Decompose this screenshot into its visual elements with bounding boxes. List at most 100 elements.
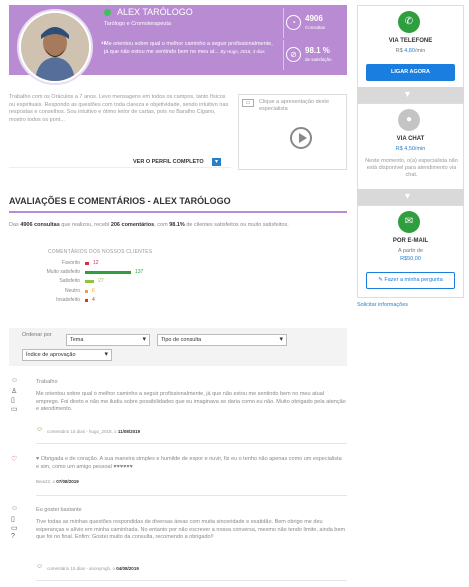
stat-label: Consultas <box>305 25 326 30</box>
chart-row: Neutro 6 <box>22 288 162 296</box>
review-text: Me orientou sobre qual o melhor caminho … <box>36 391 346 412</box>
review-title: Trabalho <box>36 379 58 385</box>
smiley-icon: ☺ <box>11 377 19 384</box>
person-icon: ♙ <box>11 388 18 395</box>
phone-title: VIA TELEFONE <box>388 38 433 44</box>
online-status-icon <box>104 9 111 16</box>
tipo-consulta-select[interactable]: Tipo de consulta <box>157 334 287 346</box>
expert-bio: Trabalho com os Oráculos a 7 anos. Levo … <box>9 94 229 123</box>
divider <box>36 495 347 496</box>
review-meta: Beia22, o 07/08/2019 <box>36 479 79 484</box>
email-title: POR E-MAIL <box>392 238 429 244</box>
price-prefix: R$ <box>395 48 405 54</box>
chart-icon: ◔ <box>286 15 301 30</box>
review-meta: comentário 15 dias - anonymgh, o 04/08/2… <box>47 566 139 571</box>
summary-comentarios: 206 comentários <box>110 222 155 228</box>
envelope-icon: ✉ <box>398 211 420 233</box>
video-icon: ▭ <box>242 99 254 107</box>
smiley-icon: ☺ <box>11 505 19 512</box>
reviews-summary: Das 4906 consultas que realizou, recebi … <box>9 222 289 228</box>
reviews-title-underline <box>9 211 347 213</box>
heart-icon: ♡ <box>11 456 18 463</box>
chart-category-label: Satisfeito <box>59 278 80 285</box>
chart-value-label: 27 <box>98 278 104 285</box>
divider <box>36 443 347 444</box>
summary-mid2: , com <box>154 222 170 228</box>
summary-pre: Das <box>9 222 21 228</box>
featured-quote: Me orientou sobre qual o melhor caminho … <box>104 41 276 56</box>
percent-icon: ⊘ <box>286 47 301 62</box>
stat-label: de satisfação <box>305 57 332 62</box>
review-date: 04/08/2019 <box>116 566 139 571</box>
chart-title: COMENTÁRIOS DOS NOSSOS CLIENTES <box>48 249 153 255</box>
chart-value-label: 137 <box>135 269 144 276</box>
summary-mid1: que realizou, recebi <box>59 222 111 228</box>
email-price-prefix: A partir de <box>397 248 424 254</box>
stat-consultas: ◔ 4906 Consultas <box>283 8 345 38</box>
phone-card: ✆ VIA TELEFONE R$ 4,80/min LIGAR AGORA <box>357 5 464 91</box>
chart-row: Satisfeito 27 <box>22 278 162 286</box>
chart-category-label: Favorito <box>61 260 80 266</box>
chart-value-label: 12 <box>93 260 99 266</box>
bookmark-icon: ▯ <box>11 516 15 523</box>
briefcase-icon: ▭ <box>11 525 18 532</box>
chart-row: Favorito 12 <box>22 260 162 268</box>
question-mark-icon: ? <box>11 533 15 540</box>
quote-author: By Hugo, 2018, 3 dias <box>220 49 265 54</box>
avatar[interactable] <box>21 13 89 81</box>
chart-bar <box>85 262 90 265</box>
indice-aprovacao-select[interactable]: Índice de aprovação <box>22 349 112 361</box>
chart-value-label: 4 <box>92 296 95 303</box>
video-label: Clique a apresentação deste especialista <box>259 99 330 112</box>
email-card: ✉ POR E-MAIL A partir de R$50,00 ✎ Fazer… <box>357 205 464 298</box>
review-meta: comentário 16 dias - hugo_2018, o 11/08/… <box>47 429 140 434</box>
expert-specialty: Tarólogo e Cromoterapeuta <box>104 21 171 27</box>
expert-name: ALEX TARÓLOGO <box>117 7 193 17</box>
stat-value: 4906 <box>305 14 323 23</box>
chat-card: ● VIA CHAT R$ 4,50/min Neste momento, o(… <box>357 103 464 193</box>
review-text: Tive todas as minhas questões respondida… <box>36 519 346 540</box>
avatar-photo <box>21 13 89 81</box>
phone-icon: ✆ <box>398 11 420 33</box>
stat-value: 98.1 % <box>305 46 330 55</box>
briefcase-icon: ▭ <box>11 406 18 413</box>
divider <box>36 580 347 581</box>
chart-bar <box>85 280 95 284</box>
summary-post: de clientes satisfeitos ou muito satisfe… <box>184 222 289 228</box>
chart-bar <box>85 289 88 293</box>
review-meta-author: comentário 16 dias - hugo_2018, o <box>47 429 118 434</box>
review-text: ♥ Obrigada e de coração. A sua maneira s… <box>36 456 342 470</box>
divider <box>9 167 231 168</box>
chart-bar <box>85 271 131 275</box>
ask-question-button[interactable]: ✎ Fazer a minha pergunta <box>366 272 455 289</box>
view-full-profile-link[interactable]: VER O PERFIL COMPLETO <box>133 159 204 165</box>
separator-chevron-icon <box>357 189 464 205</box>
chat-icon: ● <box>398 109 420 131</box>
chart-row: Insatisfeito 4 <box>22 297 162 305</box>
smiley-icon: ☺ <box>36 426 44 433</box>
request-info-link[interactable]: Solicitar informações <box>357 302 408 308</box>
price-suffix: /min <box>414 48 426 54</box>
summary-consultas: 4906 consultas <box>20 222 60 228</box>
phone-price: R$ 4,80/min <box>358 48 463 54</box>
tema-select[interactable]: Tema <box>66 334 150 346</box>
review-date: 11/08/2019 <box>117 429 141 434</box>
chart-value-label: 6 <box>92 287 95 294</box>
chat-price: R$ 4,50/min <box>395 146 426 152</box>
chat-unavailable-note: Neste momento, o(a) especialista não est… <box>365 158 458 178</box>
summary-pct: 98.1% <box>169 222 185 228</box>
review-title: Eu gostei bastante <box>36 507 82 513</box>
chat-title: VIA CHAT <box>396 136 425 142</box>
ask-question-label: Fazer a minha pergunta <box>384 277 443 283</box>
reviews-title: AVALIAÇÕES E COMENTÁRIOS - ALEX TARÓLOGO <box>9 196 231 206</box>
price-value: 4,80 <box>404 48 415 54</box>
chart-category-label: Muito satisfeito <box>46 269 80 276</box>
email-price: R$50,00 <box>400 256 421 262</box>
chevron-down-icon[interactable]: ▾ <box>212 158 221 166</box>
call-now-button[interactable]: LIGAR AGORA <box>366 64 455 81</box>
review-meta-author: comentário 15 dias - anonymgh, o <box>47 566 117 571</box>
play-icon[interactable] <box>290 127 312 149</box>
stat-satisfacao: ⊘ 98.1 % de satisfação <box>283 40 345 70</box>
chart-category-label: Insatisfeito <box>56 296 80 303</box>
bookmark-icon: ▯ <box>11 397 15 404</box>
